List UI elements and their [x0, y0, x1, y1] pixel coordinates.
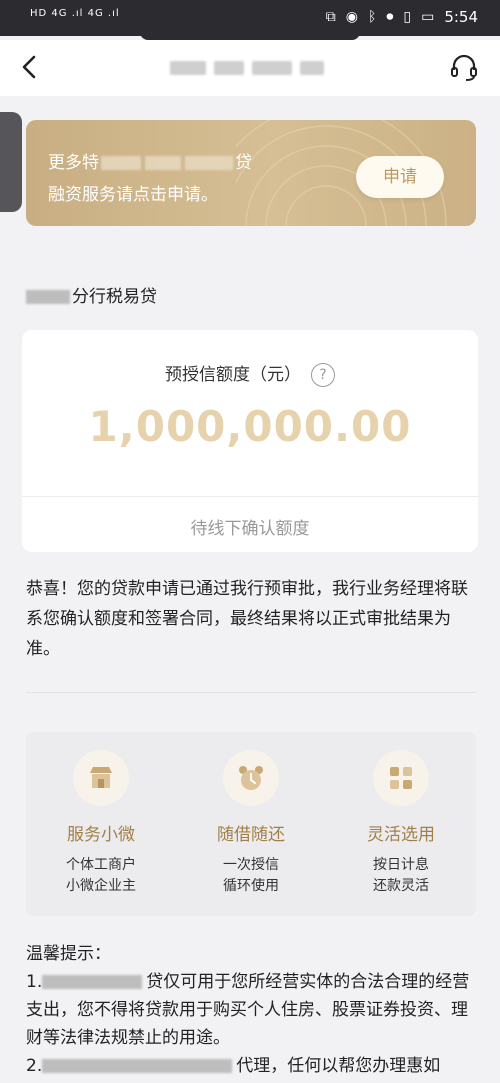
- divider: [22, 496, 478, 497]
- promo-banner: 更多特 贷 融资服务请点击申请。 申请: [26, 120, 476, 226]
- nav-bar: [0, 40, 500, 96]
- eye-icon: ◉: [345, 9, 358, 25]
- banner-text-2: 融资服务请点击申请。: [48, 185, 218, 205]
- tip-number: 1.: [26, 972, 43, 992]
- redacted: [185, 156, 233, 170]
- vibrate-icon: ▯: [403, 9, 412, 25]
- feature-item: 随借随还 一次授信 循环使用: [176, 750, 326, 897]
- banner-text-1: 更多特: [48, 153, 99, 173]
- credit-limit-label: 预授信额度（元）: [165, 365, 301, 385]
- banner-text-1-end: 贷: [235, 153, 252, 173]
- feature-desc: 循环使用: [223, 878, 279, 894]
- side-drawer-handle[interactable]: [0, 112, 22, 212]
- grid-icon: [390, 767, 412, 789]
- divider: [26, 692, 476, 693]
- feature-desc: 一次授信: [223, 857, 279, 873]
- back-button[interactable]: [16, 52, 44, 82]
- mic-icon: ⏺: [386, 9, 394, 25]
- cast-icon: ⧉: [325, 9, 336, 25]
- redacted: [42, 1059, 233, 1073]
- feature-desc: 还款灵活: [373, 878, 429, 894]
- redacted: [26, 290, 70, 304]
- help-icon[interactable]: ?: [311, 363, 335, 387]
- chevron-left-icon: [22, 55, 36, 79]
- credit-status: 待线下确认额度: [190, 519, 310, 539]
- camera-notch: [140, 32, 360, 40]
- apply-button[interactable]: 申请: [356, 156, 444, 198]
- status-icons: ⧉ ◉ ᛒ ⏺ ▯ ▭ 5:54: [326, 8, 478, 26]
- page-title-redacted: [170, 60, 350, 80]
- battery-icon: ▭: [421, 9, 435, 25]
- feature-title: 灵活选用: [367, 825, 435, 845]
- credit-limit-card: 预授信额度（元）? 1,000,000.00 待线下确认额度: [22, 330, 478, 552]
- network-status: HD 4G .ıl 4G .ıl: [30, 8, 120, 19]
- product-title: 分行税易贷: [26, 282, 157, 307]
- tip-item: 2. 代理，任何以帮您办理惠如: [26, 1052, 476, 1080]
- tip-text: 代理，任何以帮您办理惠如: [236, 1056, 441, 1076]
- feature-title: 随借随还: [217, 825, 285, 845]
- headset-icon: [451, 54, 477, 81]
- redacted: [101, 156, 141, 170]
- customer-service-button[interactable]: [448, 52, 480, 84]
- tips-section: 温馨提示： 1. 贷仅可用于您所经营实体的合法合理的经营支出，您不得将贷款用于购买…: [26, 940, 476, 1080]
- feature-title: 服务小微: [67, 825, 135, 845]
- tip-number: 2.: [26, 1056, 43, 1076]
- feature-panel: 服务小微 个体工商户 小微企业主 随借随还 一次授信 循环使用 灵活选用 按日计…: [26, 732, 476, 916]
- credit-amount: 1,000,000.00: [88, 402, 412, 451]
- product-name: 分行税易贷: [72, 287, 157, 307]
- shop-icon: [90, 767, 112, 788]
- status-bar: HD 4G .ıl 4G .ıl ⧉ ◉ ᛒ ⏺ ▯ ▭ 5:54: [0, 0, 500, 36]
- bluetooth-icon: ᛒ: [367, 9, 377, 25]
- tips-heading: 温馨提示：: [26, 944, 111, 964]
- feature-desc: 个体工商户: [66, 857, 136, 873]
- feature-desc: 按日计息: [373, 857, 429, 873]
- feature-item: 灵活选用 按日计息 还款灵活: [326, 750, 476, 897]
- alarm-clock-icon: [239, 766, 263, 790]
- approval-notice: 恭喜！您的贷款申请已通过我行预审批，我行业务经理将联系您确认额度和签署合同，最终…: [26, 579, 468, 659]
- tip-item: 1. 贷仅可用于您所经营实体的合法合理的经营支出，您不得将贷款用于购买个人住房、股…: [26, 968, 476, 1052]
- feature-item: 服务小微 个体工商户 小微企业主: [26, 750, 176, 897]
- redacted: [145, 156, 181, 170]
- redacted: [42, 975, 143, 989]
- feature-desc: 小微企业主: [66, 878, 136, 894]
- clock: 5:54: [444, 8, 478, 26]
